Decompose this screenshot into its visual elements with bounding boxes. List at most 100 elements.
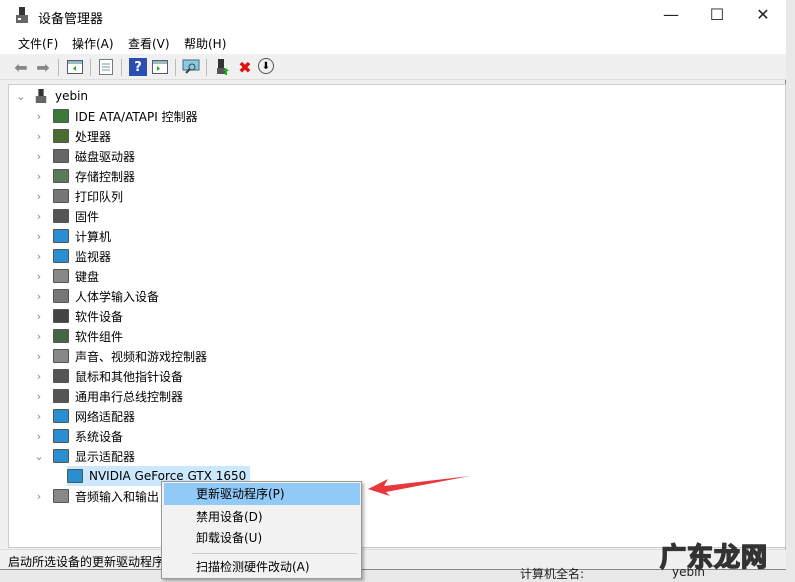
device-category-icon <box>53 349 69 363</box>
menu-view[interactable]: 查看(V) <box>128 35 170 52</box>
device-category-icon <box>53 129 69 143</box>
tree-item-label: 网络适配器 <box>75 409 136 424</box>
chevron-right-icon[interactable]: › <box>33 170 45 183</box>
device-category-icon <box>53 309 69 323</box>
tree-category[interactable]: › 存储控制器 <box>33 166 135 186</box>
chevron-right-icon[interactable]: › <box>33 430 45 443</box>
tree-category[interactable]: › 网络适配器 <box>33 406 135 426</box>
tree-category[interactable]: › 通用串行总线控制器 <box>33 386 183 406</box>
tree-item-label: 系统设备 <box>75 429 124 444</box>
tree-item-label: 软件设备 <box>75 309 124 324</box>
menu-file[interactable]: 文件(F) <box>18 35 58 52</box>
tree-item-label: 固件 <box>75 209 100 224</box>
tree-item-label: 显示适配器 <box>75 449 136 464</box>
tree-item-label: IDE ATA/ATAPI 控制器 <box>75 109 198 124</box>
device-category-icon <box>53 489 69 503</box>
tree-category[interactable]: › 计算机 <box>33 226 111 246</box>
tree-category[interactable]: › 系统设备 <box>33 426 123 446</box>
tree-category[interactable]: › 软件组件 <box>33 326 123 346</box>
device-category-icon <box>53 209 69 223</box>
context-menu: 更新驱动程序(P) 禁用设备(D) 卸载设备(U) 扫描检测硬件改动(A) <box>161 481 362 579</box>
device-category-icon <box>53 429 69 443</box>
tree-category[interactable]: › IDE ATA/ATAPI 控制器 <box>33 106 198 126</box>
toolbar-separator <box>206 59 207 76</box>
tree-root-label: yebin <box>55 89 89 103</box>
properties-icon[interactable] <box>97 58 115 76</box>
chevron-right-icon[interactable]: › <box>33 210 45 223</box>
chevron-right-icon[interactable]: › <box>33 270 45 283</box>
uninstall-x-icon[interactable]: ✖ <box>236 58 254 77</box>
chevron-right-icon[interactable]: › <box>33 490 45 503</box>
tree-root[interactable]: ⌄ yebin <box>15 86 88 106</box>
tree-item-label: 磁盘驱动器 <box>75 149 136 164</box>
device-category-icon <box>67 469 83 483</box>
tree-category[interactable]: › 软件设备 <box>33 306 123 326</box>
tree-category[interactable]: ⌄ 显示适配器 <box>33 446 135 466</box>
device-category-icon <box>53 409 69 423</box>
tree-category[interactable]: › 声音、视频和游戏控制器 <box>33 346 207 366</box>
menu-action[interactable]: 操作(A) <box>72 35 114 52</box>
tree-category[interactable]: › 固件 <box>33 206 99 226</box>
tree-item-label: 打印队列 <box>75 189 124 204</box>
tree-category[interactable]: › 鼠标和其他指针设备 <box>33 366 183 386</box>
tree-category[interactable]: › 磁盘驱动器 <box>33 146 135 166</box>
chevron-right-icon[interactable]: › <box>33 310 45 323</box>
close-button[interactable]: ✕ <box>740 0 786 32</box>
toolbar-separator <box>58 59 59 76</box>
window-title: 设备管理器 <box>38 12 104 27</box>
help-icon[interactable]: ? <box>129 58 147 76</box>
update-driver-icon[interactable] <box>214 58 232 76</box>
tree-item-label: 处理器 <box>75 129 112 144</box>
menu-help[interactable]: 帮助(H) <box>184 35 226 52</box>
tree-item-label: 人体学输入设备 <box>75 289 160 304</box>
device-manager-icon <box>16 7 28 23</box>
device-category-icon <box>53 229 69 243</box>
tree-item-label: 鼠标和其他指针设备 <box>75 369 184 384</box>
tree-category[interactable]: › 键盘 <box>33 266 99 286</box>
tree-category[interactable]: › 打印队列 <box>33 186 123 206</box>
device-category-icon <box>53 289 69 303</box>
tree-item-label: 计算机 <box>75 229 112 244</box>
menu-item-uninstall-device[interactable]: 卸载设备(U) <box>164 527 360 549</box>
chevron-down-icon[interactable]: ⌄ <box>15 90 27 103</box>
chevron-right-icon[interactable]: › <box>33 190 45 203</box>
console-tree-icon[interactable] <box>66 58 84 76</box>
tree-item-label: 通用串行总线控制器 <box>75 389 184 404</box>
chevron-right-icon[interactable]: › <box>33 150 45 163</box>
menu-item-disable-device[interactable]: 禁用设备(D) <box>164 506 360 528</box>
tree-item-label: 软件组件 <box>75 329 124 344</box>
watermark-logo: 广东龙网 <box>659 542 769 574</box>
minimize-button[interactable]: — <box>648 0 694 32</box>
device-category-icon <box>53 189 69 203</box>
menu-item-scan-hardware[interactable]: 扫描检测硬件改动(A) <box>164 556 360 578</box>
back-arrow-icon[interactable]: ⬅ <box>12 58 30 77</box>
chevron-right-icon[interactable]: › <box>33 390 45 403</box>
forward-arrow-icon[interactable]: ➡ <box>34 58 52 77</box>
tree-category[interactable]: › 人体学输入设备 <box>33 286 159 306</box>
chevron-down-icon[interactable]: ⌄ <box>33 450 45 463</box>
chevron-right-icon[interactable]: › <box>33 110 45 123</box>
disable-down-arrow-icon[interactable]: ⬇ <box>258 58 274 74</box>
scan-hardware-icon[interactable] <box>182 58 200 76</box>
tree-item-label: 监视器 <box>75 249 112 264</box>
chevron-right-icon[interactable]: › <box>33 330 45 343</box>
chevron-right-icon[interactable]: › <box>33 350 45 363</box>
menu-item-update-driver[interactable]: 更新驱动程序(P) <box>164 483 360 505</box>
chevron-right-icon[interactable]: › <box>33 130 45 143</box>
chevron-right-icon[interactable]: › <box>33 250 45 263</box>
chevron-right-icon[interactable]: › <box>33 410 45 423</box>
toolbar-separator <box>90 59 91 76</box>
red-arrow-annotation <box>368 476 470 496</box>
chevron-right-icon[interactable]: › <box>33 370 45 383</box>
tree-item-label: 键盘 <box>75 269 100 284</box>
background-label: 计算机全名: <box>520 567 585 581</box>
chevron-right-icon[interactable]: › <box>33 290 45 303</box>
maximize-button[interactable]: ☐ <box>694 0 740 32</box>
tree-category[interactable]: › 处理器 <box>33 126 111 146</box>
action-pane-icon[interactable] <box>151 58 169 76</box>
chevron-right-icon[interactable]: › <box>33 230 45 243</box>
tree-category[interactable]: › 音频输入和输出 <box>33 486 159 506</box>
computer-root-icon <box>35 89 47 103</box>
tree-category[interactable]: › 监视器 <box>33 246 111 266</box>
device-category-icon <box>53 449 69 463</box>
